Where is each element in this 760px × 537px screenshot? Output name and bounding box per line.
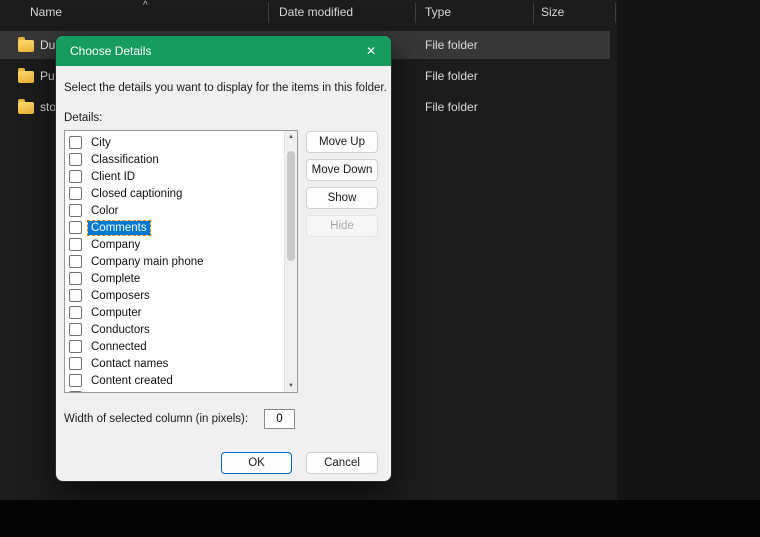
explorer-right-shade — [617, 0, 760, 500]
checkbox-icon[interactable] — [69, 204, 82, 217]
close-icon[interactable]: ✕ — [354, 36, 388, 66]
details-item-label: Comments — [87, 219, 151, 236]
checkbox-icon[interactable] — [69, 391, 82, 392]
details-list-item[interactable]: Conductors — [65, 321, 285, 338]
checkbox-icon[interactable] — [69, 374, 82, 387]
column-header-size[interactable]: Size — [541, 5, 564, 19]
scrollbar-up-icon[interactable]: ▲ — [285, 131, 297, 143]
dialog-titlebar[interactable]: Choose Details ✕ — [56, 36, 391, 66]
choose-details-dialog: Choose Details ✕ Select the details you … — [55, 35, 392, 482]
column-separator[interactable] — [268, 3, 269, 23]
column-separator[interactable] — [533, 3, 534, 23]
details-list-item[interactable]: Connected — [65, 338, 285, 355]
column-width-label: Width of selected column (in pixels): — [64, 413, 249, 425]
checkbox-icon[interactable] — [69, 323, 82, 336]
file-type: File folder — [425, 38, 478, 52]
details-listbox[interactable]: City Classification Client ID Closed captio… — [64, 130, 298, 393]
details-item-label: Computer — [91, 306, 142, 319]
hide-button: Hide — [306, 215, 378, 237]
cancel-button[interactable]: Cancel — [306, 452, 378, 474]
ok-button[interactable]: OK — [221, 452, 292, 474]
details-list-item[interactable]: Composers — [65, 287, 285, 304]
checkbox-icon[interactable] — [69, 187, 82, 200]
checkbox-icon[interactable] — [69, 255, 82, 268]
details-label: Details: — [64, 112, 103, 124]
details-item-label: Closed captioning — [91, 187, 183, 200]
column-header-date-modified[interactable]: Date modified — [279, 5, 353, 19]
checkbox-icon[interactable] — [69, 221, 82, 234]
screen: Name ^ Date modified Type Size Du File f… — [0, 0, 760, 537]
dialog-title: Choose Details — [70, 44, 152, 58]
scrollbar[interactable]: ▲ ▼ — [284, 131, 297, 392]
move-up-button[interactable]: Move Up — [306, 131, 378, 153]
scrollbar-thumb[interactable] — [287, 151, 295, 261]
details-list-item[interactable]: Computer — [65, 304, 285, 321]
column-width-input[interactable] — [264, 409, 295, 429]
column-header-type[interactable]: Type — [425, 5, 451, 19]
show-button[interactable]: Show — [306, 187, 378, 209]
details-item-label: Classification — [91, 153, 159, 166]
sort-ascending-icon[interactable]: ^ — [143, 0, 148, 11]
checkbox-icon[interactable] — [69, 306, 82, 319]
details-list-item[interactable]: Company — [65, 236, 285, 253]
folder-icon — [18, 37, 34, 52]
dialog-description: Select the details you want to display f… — [64, 82, 387, 94]
details-item-label: Company — [91, 238, 141, 251]
checkbox-icon[interactable] — [69, 238, 82, 251]
file-name: sto — [40, 100, 57, 114]
details-list-item[interactable]: Color — [65, 202, 285, 219]
details-item-label: Contact names — [91, 357, 169, 370]
details-item-label: Content created — [91, 374, 173, 387]
details-item-label: Color — [91, 204, 119, 217]
details-list-item[interactable]: Complete — [65, 270, 285, 287]
details-list-item[interactable]: City — [65, 134, 285, 151]
details-item-label: Composers — [91, 289, 150, 302]
checkbox-icon[interactable] — [69, 357, 82, 370]
details-item-label: Company main phone — [91, 255, 204, 268]
details-list-item[interactable]: Content created — [65, 372, 285, 389]
checkbox-icon[interactable] — [69, 289, 82, 302]
details-list-item[interactable] — [65, 389, 285, 392]
details-list-item[interactable]: Contact names — [65, 355, 285, 372]
column-separator[interactable] — [415, 3, 416, 23]
folder-icon — [18, 99, 34, 114]
details-item-label: Connected — [91, 340, 147, 353]
details-item-label: Client ID — [91, 170, 136, 183]
folder-icon — [18, 68, 34, 83]
details-list: City Classification Client ID Closed captio… — [65, 131, 285, 392]
details-list-item[interactable]: Comments — [65, 219, 285, 236]
column-separator[interactable] — [615, 3, 616, 23]
details-item-label: Conductors — [91, 323, 150, 336]
details-item-label: City — [91, 136, 111, 149]
file-type: File folder — [425, 69, 478, 83]
checkbox-icon[interactable] — [69, 170, 82, 183]
checkbox-icon[interactable] — [69, 153, 82, 166]
checkbox-icon[interactable] — [69, 136, 82, 149]
details-list-item[interactable]: Company main phone — [65, 253, 285, 270]
checkbox-icon[interactable] — [69, 340, 82, 353]
details-item-label: Complete — [91, 272, 141, 285]
file-name: Du — [40, 38, 56, 52]
scrollbar-down-icon[interactable]: ▼ — [285, 380, 297, 392]
checkbox-icon[interactable] — [69, 272, 82, 285]
file-type: File folder — [425, 100, 478, 114]
file-name: Pu — [40, 69, 55, 83]
details-list-item[interactable]: Classification — [65, 151, 285, 168]
details-list-item[interactable]: Client ID — [65, 168, 285, 185]
details-list-item[interactable]: Closed captioning — [65, 185, 285, 202]
column-header-name[interactable]: Name — [30, 5, 62, 19]
move-down-button[interactable]: Move Down — [306, 159, 378, 181]
